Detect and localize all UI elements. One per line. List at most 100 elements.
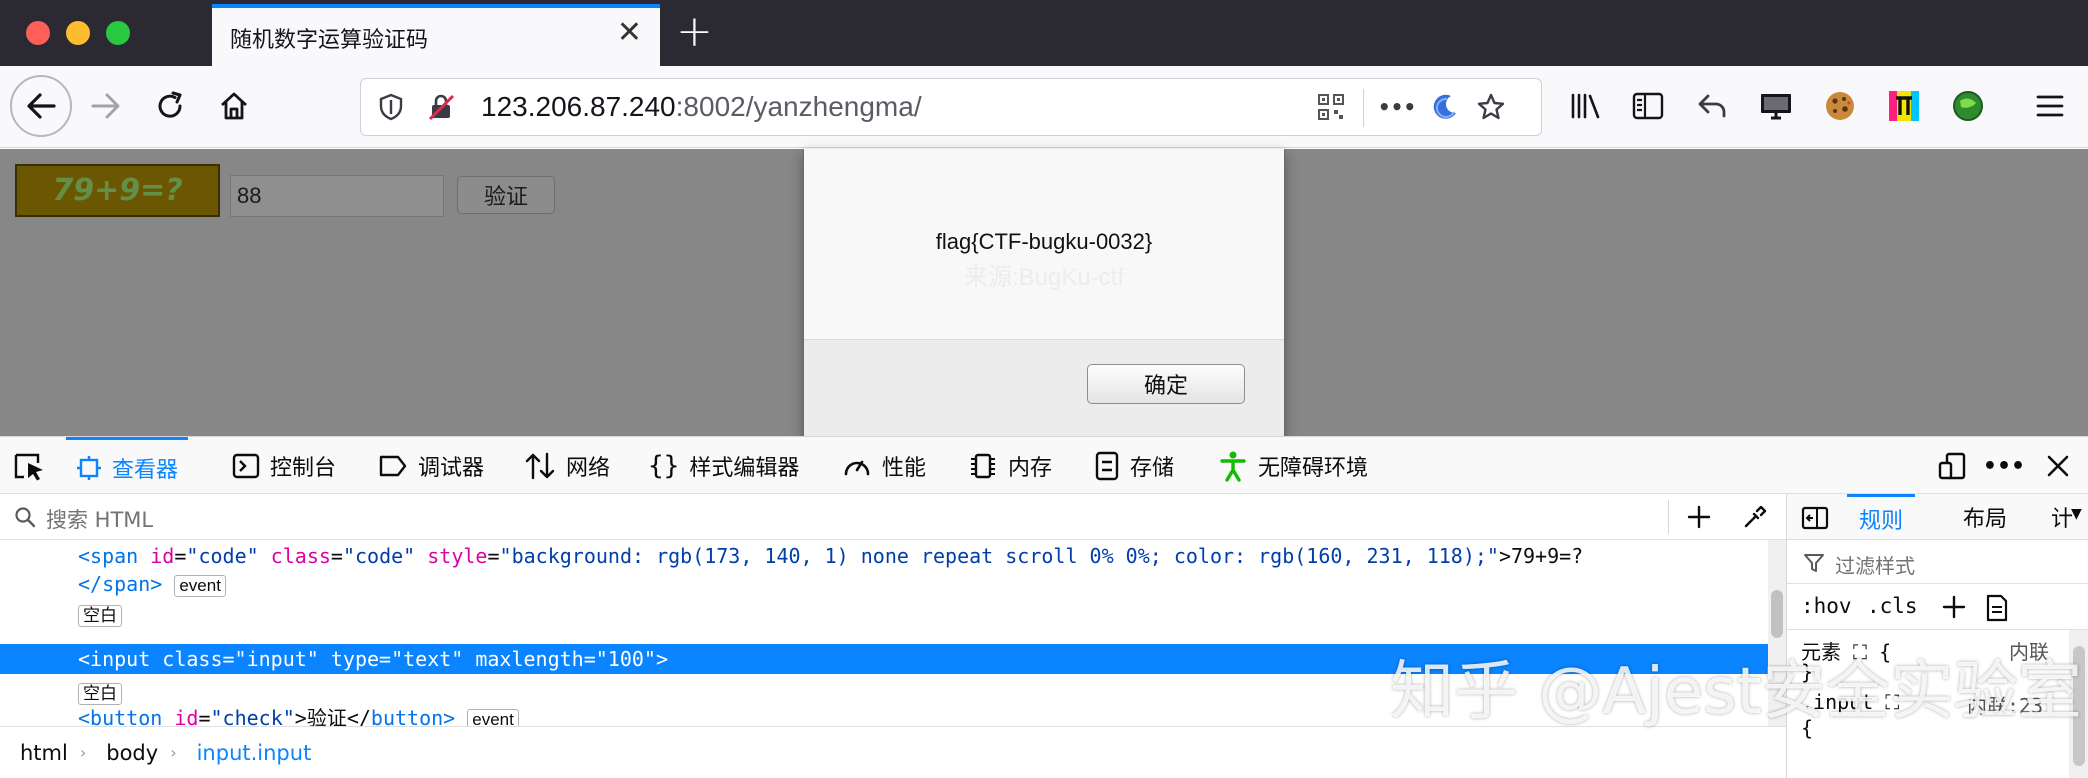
bookmark-star-icon[interactable]: [1471, 87, 1511, 127]
url-text[interactable]: 123.206.87.240:8002/yanzhengma/: [481, 91, 922, 123]
event-badge[interactable]: event: [467, 708, 519, 726]
element-picker-icon[interactable]: [12, 451, 48, 483]
markup-line-whitespace-2: 空白: [78, 678, 122, 706]
search-divider: [1668, 500, 1669, 534]
devtools-close-icon[interactable]: [2038, 447, 2078, 485]
sidebar-scrollbar-thumb[interactable]: [2073, 646, 2085, 766]
markup-tag-name: button: [90, 706, 163, 726]
html-search-placeholder: 搜索 HTML: [46, 508, 154, 532]
sidebar-tab-layout[interactable]: 布局: [1963, 494, 2007, 540]
element-rule-close: }: [1801, 660, 1814, 684]
arrow-left-icon: [27, 93, 56, 119]
input-rule-selector[interactable]: .input ⛶: [1801, 690, 1899, 714]
hamburger-menu-icon[interactable]: [2024, 80, 2076, 132]
inspector-icon: [76, 455, 102, 481]
sidebar-scrollbar[interactable]: [2069, 630, 2088, 778]
dialog-ok-button[interactable]: 确定: [1087, 364, 1245, 404]
input-rule-source[interactable]: 内联:23: [1967, 690, 2043, 719]
filter-styles-bar[interactable]: 过滤样式: [1787, 540, 2088, 584]
chevron-down-icon[interactable]: ▼: [2071, 506, 2082, 522]
devtools-more-icon[interactable]: •••: [1983, 447, 2025, 485]
insecure-lock-icon[interactable]: [421, 87, 461, 127]
hover-state-toggle[interactable]: :hov: [1801, 594, 1852, 618]
forward-button[interactable]: [76, 76, 136, 136]
sidebar-toggle-icon[interactable]: [1622, 80, 1674, 132]
devtools-tab-inspector[interactable]: 查看器: [66, 437, 189, 495]
devtools-tab-network[interactable]: 网络: [524, 437, 610, 495]
print-simulation-icon[interactable]: [1985, 594, 2009, 622]
url-path: :8002/yanzhengma/: [675, 91, 922, 122]
markup-line-button[interactable]: <button id="check">验证</button> event: [78, 704, 519, 726]
page-actions-icon[interactable]: •••: [1377, 87, 1417, 127]
cookie-icon[interactable]: [1814, 80, 1866, 132]
add-rule-icon[interactable]: [1941, 594, 1967, 620]
sidebar-tab-rules[interactable]: 规则: [1847, 494, 1916, 540]
markup-line-span-close[interactable]: </span> event: [78, 570, 226, 598]
reload-button[interactable]: [140, 76, 200, 136]
markup-view[interactable]: <span id="code" class="code" style="back…: [0, 540, 1768, 726]
window-minimize-button[interactable]: [66, 21, 90, 45]
markup-bracket: <: [78, 544, 91, 568]
devtools-tab-label: 存储: [1130, 456, 1175, 481]
markup-scrollbar[interactable]: [1768, 540, 1786, 726]
responsive-design-icon[interactable]: [1932, 447, 1972, 485]
devtools-tab-console[interactable]: 控制台: [232, 437, 336, 495]
breadcrumb-html[interactable]: html: [20, 741, 68, 765]
memory-icon: [968, 451, 998, 481]
breadcrumb: html › body › input.input: [0, 726, 1786, 778]
window-maximize-button[interactable]: [106, 21, 130, 45]
eyedropper-icon[interactable]: [1742, 504, 1768, 530]
toggle-sidebar-icon[interactable]: [1801, 506, 1829, 530]
navigation-toolbar: 123.206.87.240:8002/yanzhengma/ •••: [0, 66, 2088, 148]
devtools-tab-performance[interactable]: 性能: [842, 437, 926, 495]
devtools-tab-accessibility[interactable]: 无障碍环境: [1218, 437, 1368, 495]
back-button[interactable]: [10, 75, 72, 137]
breadcrumb-input[interactable]: input.input: [197, 741, 312, 765]
class-toggle[interactable]: .cls: [1867, 594, 1918, 618]
verify-button[interactable]: 验证: [457, 176, 555, 214]
library-icon[interactable]: [1560, 80, 1612, 132]
undo-arrow-icon[interactable]: [1686, 80, 1738, 132]
html-search-bar[interactable]: 搜索 HTML: [0, 494, 1786, 540]
markup-line-span[interactable]: <span id="code" class="code" style="back…: [78, 542, 1583, 570]
captcha-code: 79+9=?: [15, 164, 220, 217]
qr-code-icon[interactable]: [1311, 87, 1351, 127]
devtools-tab-debugger[interactable]: 调试器: [378, 437, 484, 495]
url-bar[interactable]: 123.206.87.240:8002/yanzhengma/ •••: [360, 78, 1542, 136]
markup-scrollbar-thumb[interactable]: [1771, 590, 1783, 638]
whitespace-badge: 空白: [78, 682, 122, 705]
home-button[interactable]: [204, 76, 264, 136]
reload-icon: [158, 91, 182, 118]
dark-mode-moon-icon[interactable]: [1425, 87, 1465, 127]
element-rule-source[interactable]: 内联: [2009, 636, 2049, 665]
devtools-tab-memory[interactable]: 内存: [968, 437, 1052, 495]
chevron-right-icon: ›: [170, 743, 177, 762]
green-globe-extension-icon[interactable]: [1942, 80, 1994, 132]
element-rule-selector[interactable]: 元素 ⛶ {: [1801, 636, 1891, 665]
markup-selected-row[interactable]: <input class="input" type="text" maxleng…: [0, 644, 1768, 674]
shield-icon[interactable]: [371, 87, 411, 127]
add-node-icon[interactable]: [1686, 504, 1712, 530]
chevron-right-icon: ›: [79, 743, 87, 762]
devtools-tab-style-editor[interactable]: {} 样式编辑器: [648, 437, 799, 495]
devtools-tab-label: 查看器: [112, 457, 179, 483]
event-badge[interactable]: event: [174, 574, 226, 597]
window-close-button[interactable]: [26, 21, 50, 45]
markup-close-tag: </span>: [78, 572, 163, 596]
markup-attr: id: [150, 544, 175, 568]
extension-pi-icon[interactable]: [1878, 80, 1930, 132]
monitor-icon[interactable]: [1750, 80, 1802, 132]
url-divider: [1363, 89, 1364, 127]
answer-input[interactable]: 88: [230, 175, 444, 217]
devtools-tab-storage[interactable]: 存储: [1094, 437, 1174, 495]
filter-icon: [1804, 554, 1824, 572]
browser-tab-active[interactable]: 随机数字运算验证码 ✕: [212, 4, 660, 66]
new-tab-button[interactable]: +: [676, 8, 713, 56]
sidebar-tools: :hov .cls: [1787, 584, 2088, 630]
title-bar: 随机数字运算验证码 ✕ +: [0, 0, 2088, 66]
tab-close-icon[interactable]: ✕: [617, 18, 642, 48]
sidebar-tab-computed[interactable]: 计: [2051, 494, 2073, 540]
markup-attr-value: "check": [210, 706, 295, 726]
breadcrumb-body[interactable]: body: [106, 741, 158, 765]
rules-sidebar: 规则 布局 计 ▼ 过滤样式 :hov .cls 元素 ⛶ { 内联 } .in…: [1786, 494, 2088, 778]
